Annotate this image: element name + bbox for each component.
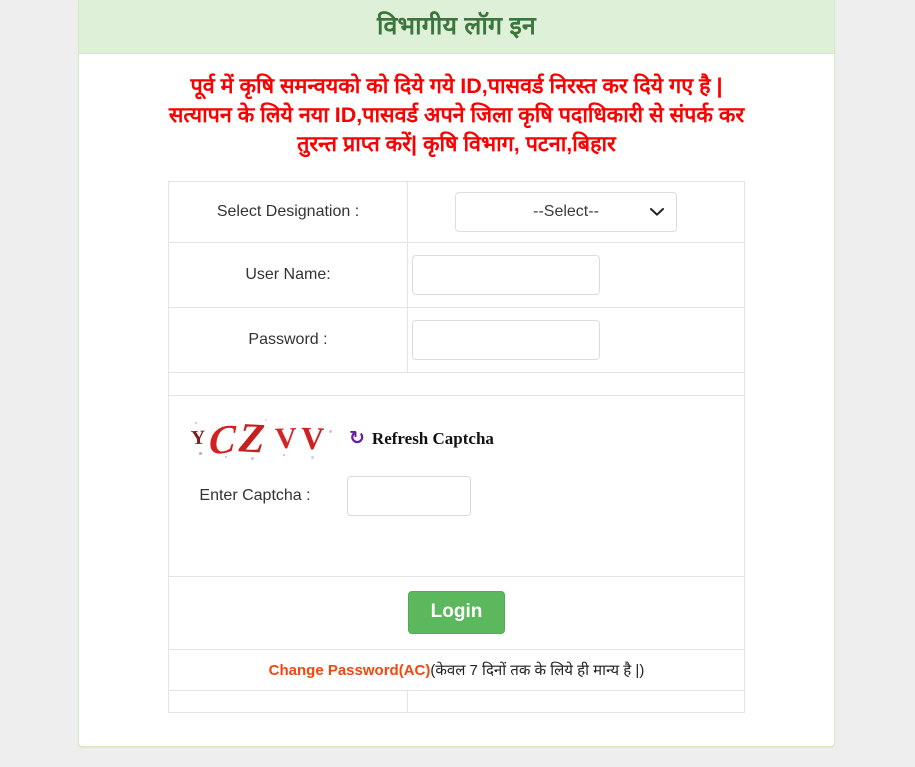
captcha-image: Y C Z V V	[185, 416, 337, 462]
login-form-table: Select Designation : --Select-- User Nam…	[168, 180, 745, 713]
row-password: Password :	[168, 306, 745, 373]
captcha-char-5: V	[300, 419, 325, 457]
spacer-cell	[168, 371, 745, 396]
login-button-cell: Login	[168, 575, 745, 650]
panel-header: विभागीय लॉग इन	[79, 0, 834, 54]
captcha-input[interactable]	[347, 475, 471, 516]
captcha-noise-dot	[329, 429, 332, 433]
login-panel: विभागीय लॉग इन पूर्व में कृषि समन्वयको क…	[78, 0, 835, 747]
username-label: User Name:	[168, 241, 408, 308]
captcha-noise-dot	[311, 455, 314, 459]
username-field-cell	[407, 241, 745, 308]
refresh-captcha-button[interactable]: ↻ Refresh Captcha	[349, 429, 494, 449]
captcha-noise-dot	[283, 453, 285, 456]
captcha-noise-dot	[265, 418, 267, 421]
captcha-char-3: Z	[237, 415, 266, 462]
captcha-char-4: V	[274, 421, 298, 456]
captcha-area: Y C Z V V ↻ Refresh Captcha Enter Captch…	[169, 396, 744, 576]
row-change-password: Change Password(AC)(केवल 7 दिनों तक के ल…	[168, 648, 745, 691]
password-input[interactable]	[412, 319, 600, 360]
captcha-noise-dot	[225, 455, 227, 458]
footer-cell-left	[168, 689, 408, 713]
row-login-button: Login	[168, 575, 745, 650]
notice-line-3: तुरन्त प्राप्त करें| कृषि विभाग, पटना,बि…	[297, 132, 616, 157]
captcha-noise-dot	[199, 451, 202, 455]
captcha-top-row: Y C Z V V ↻ Refresh Captcha	[169, 396, 744, 462]
enter-captcha-label: Enter Captcha :	[199, 486, 311, 504]
row-empty-footer	[168, 689, 745, 713]
change-password-note: (केवल 7 दिनों तक के लिये ही मान्य है |)	[430, 661, 645, 679]
row-spacer	[168, 371, 745, 396]
password-field-cell	[407, 306, 745, 373]
notice-line-2: सत्यापन के लिये नया ID,पासवर्ड अपने जिला…	[168, 103, 745, 128]
designation-field-cell: --Select--	[407, 180, 745, 243]
page-title: विभागीय लॉग इन	[376, 12, 537, 40]
designation-selected-value: --Select--	[533, 202, 599, 220]
captcha-noise-dot	[251, 456, 254, 460]
designation-label: Select Designation :	[168, 180, 408, 243]
notice-message: पूर्व में कृषि समन्वयको को दिये गये ID,प…	[79, 54, 834, 168]
password-label: Password :	[168, 306, 408, 373]
captcha-char-2: C	[208, 415, 237, 462]
page-root: विभागीय लॉग इन पूर्व में कृषि समन्वयको क…	[0, 0, 915, 767]
row-username: User Name:	[168, 241, 745, 308]
captcha-char-1: Y	[190, 426, 207, 450]
captcha-cell: Y C Z V V ↻ Refresh Captcha Enter Captch…	[168, 394, 745, 577]
captcha-noise-dot	[195, 421, 197, 424]
panel-body: पूर्व में कृषि समन्वयको को दिये गये ID,प…	[79, 54, 834, 713]
row-designation: Select Designation : --Select--	[168, 180, 745, 243]
refresh-icon: ↻	[349, 428, 365, 450]
row-captcha: Y C Z V V ↻ Refresh Captcha Enter Captch…	[168, 394, 745, 577]
footer-cell-right	[407, 689, 745, 713]
notice-line-1: पूर्व में कृषि समन्वयको को दिये गये ID,प…	[190, 74, 723, 98]
login-button[interactable]: Login	[407, 591, 506, 635]
chevron-down-icon	[650, 207, 664, 216]
change-password-cell: Change Password(AC)(केवल 7 दिनों तक के ल…	[168, 648, 745, 691]
designation-select[interactable]: --Select--	[455, 191, 677, 232]
captcha-entry-row: Enter Captcha :	[181, 475, 471, 516]
username-input[interactable]	[412, 254, 600, 295]
change-password-link[interactable]: Change Password(AC)	[269, 662, 431, 679]
refresh-captcha-label: Refresh Captcha	[371, 428, 494, 448]
